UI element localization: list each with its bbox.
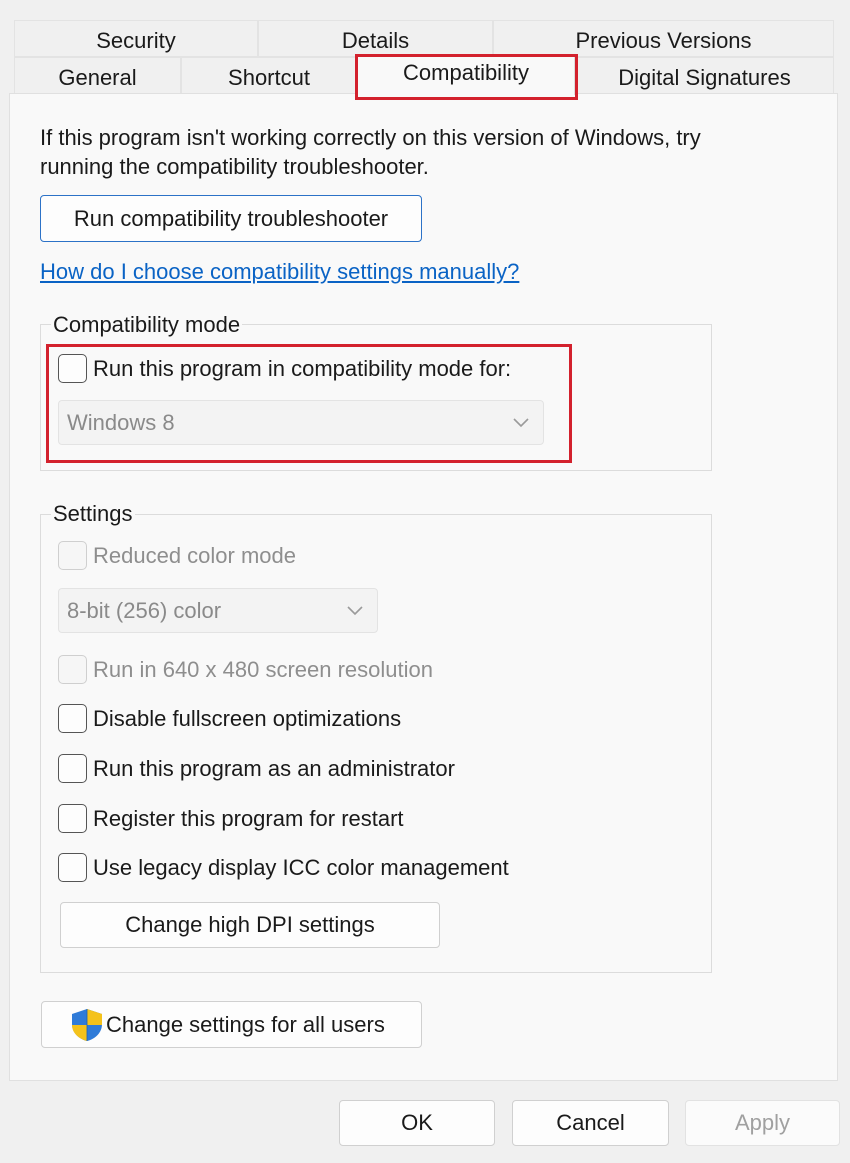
tab-digital-signatures-label: Digital Signatures bbox=[618, 65, 791, 90]
intro-line-2: running the compatibility troubleshooter… bbox=[40, 154, 429, 179]
change-all-users-button[interactable]: Change settings for all users bbox=[41, 1001, 422, 1048]
run-troubleshooter-button[interactable]: Run compatibility troubleshooter bbox=[40, 195, 422, 242]
settings-label: Settings bbox=[51, 501, 135, 527]
uac-shield-icon bbox=[72, 1008, 102, 1041]
register-restart-label: Register this program for restart bbox=[93, 806, 404, 831]
run-admin-checkbox[interactable] bbox=[58, 754, 87, 783]
apply-button[interactable]: Apply bbox=[685, 1100, 840, 1146]
compatibility-mode-group bbox=[40, 324, 712, 471]
tab-details-label: Details bbox=[341, 28, 410, 53]
res-640-label: Run in 640 x 480 screen resolution bbox=[93, 657, 433, 682]
reduced-color-label: Reduced color mode bbox=[93, 543, 297, 568]
compatibility-mode-label: Compatibility mode bbox=[51, 312, 243, 338]
fullscreen-opt-label: Disable fullscreen optimizations bbox=[93, 706, 402, 731]
chevron-down-icon bbox=[347, 605, 363, 615]
tab-compatibility[interactable]: Compatibility bbox=[357, 55, 575, 95]
color-depth-value: 8-bit (256) color bbox=[67, 597, 222, 623]
tab-security[interactable]: Security bbox=[14, 20, 258, 57]
change-dpi-button[interactable]: Change high DPI settings bbox=[60, 902, 440, 948]
fullscreen-opt-checkbox[interactable] bbox=[58, 704, 87, 733]
tab-general-label: General bbox=[58, 65, 137, 90]
tab-previous-versions[interactable]: Previous Versions bbox=[493, 20, 834, 57]
os-version-value: Windows 8 bbox=[67, 409, 175, 435]
intro-line-1: If this program isn't working correctly … bbox=[40, 125, 701, 150]
compat-mode-checkbox[interactable] bbox=[58, 354, 87, 383]
res-640-checkbox[interactable] bbox=[58, 655, 87, 684]
run-admin-label: Run this program as an administrator bbox=[93, 756, 455, 781]
register-restart-checkbox[interactable] bbox=[58, 804, 87, 833]
legacy-icc-checkbox[interactable] bbox=[58, 853, 87, 882]
tab-shortcut-label: Shortcut bbox=[228, 65, 310, 90]
tab-details[interactable]: Details bbox=[258, 20, 493, 57]
tab-shortcut[interactable]: Shortcut bbox=[181, 57, 357, 94]
tab-security-label: Security bbox=[96, 28, 176, 53]
intro-text: If this program isn't working correctly … bbox=[40, 123, 820, 181]
change-all-users-label: Change settings for all users bbox=[106, 1011, 385, 1037]
tab-digital-signatures[interactable]: Digital Signatures bbox=[575, 57, 834, 94]
tab-general[interactable]: General bbox=[14, 57, 181, 94]
ok-button[interactable]: OK bbox=[339, 1100, 495, 1146]
color-depth-select[interactable]: 8-bit (256) color bbox=[58, 588, 378, 633]
chevron-down-icon bbox=[513, 417, 529, 427]
tab-compatibility-label: Compatibility bbox=[403, 59, 529, 85]
compat-mode-checkbox-label: Run this program in compatibility mode f… bbox=[93, 356, 512, 381]
legacy-icc-label: Use legacy display ICC color management bbox=[93, 855, 509, 880]
reduced-color-checkbox[interactable] bbox=[58, 541, 87, 570]
os-version-select[interactable]: Windows 8 bbox=[58, 400, 544, 445]
cancel-button[interactable]: Cancel bbox=[512, 1100, 669, 1146]
tab-previous-versions-label: Previous Versions bbox=[575, 28, 752, 53]
manual-settings-link[interactable]: How do I choose compatibility settings m… bbox=[40, 259, 519, 285]
